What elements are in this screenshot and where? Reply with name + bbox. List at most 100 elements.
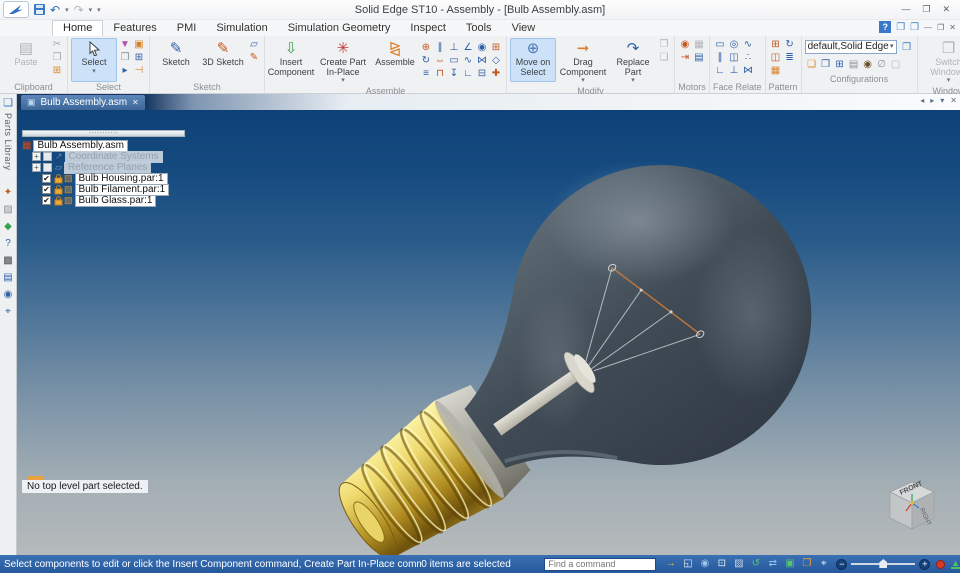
rotation-motor-icon[interactable]: ◉ — [678, 38, 692, 51]
doc-restore-button[interactable]: ❐ — [937, 23, 944, 32]
zoom-slider[interactable] — [851, 559, 916, 568]
rigid-set-icon[interactable]: ✚ — [489, 67, 503, 80]
parallel-face-icon[interactable]: ∥ — [713, 51, 727, 64]
save-config-icon[interactable]: ❏ — [805, 58, 819, 71]
copy-config-icon[interactable]: ▤ — [847, 58, 861, 71]
find-command-input[interactable] — [544, 557, 657, 571]
redo-button[interactable]: ↷ — [74, 4, 84, 16]
planar-icon[interactable]: ▭ — [447, 54, 461, 67]
application-button[interactable] — [3, 1, 29, 18]
zoom-area-icon[interactable]: ◱ — [681, 558, 694, 570]
view-orientation-cube[interactable]: FRONT RIGHT — [880, 475, 944, 539]
window-tile-icon[interactable]: ❐ — [910, 22, 919, 33]
tree-row-bulb-glass[interactable]: ✔ ▧ Bulb Glass.par:1 — [22, 194, 194, 207]
undo-button[interactable]: ↶ — [50, 4, 60, 16]
tab-simulation-geometry[interactable]: Simulation Geometry — [278, 21, 401, 36]
coplanar-face-icon[interactable]: ◫ — [727, 51, 741, 64]
document-tab[interactable]: ▣ Bulb Assembly.asm ✕ — [21, 95, 145, 110]
pathfinder-root-row[interactable]: ▦ Bulb Assembly.asm — [22, 139, 194, 152]
doc-close-button[interactable]: ✕ — [949, 23, 956, 32]
command-return-icon[interactable]: → — [664, 558, 677, 570]
disperse-icon[interactable]: ❏ — [657, 51, 671, 64]
parallel-icon[interactable]: ≡ — [419, 67, 433, 80]
apply-config-icon[interactable]: ⊞ — [833, 58, 847, 71]
tab-scroll-left-icon[interactable]: ◂ — [920, 96, 924, 105]
tree-row-coordinate-systems[interactable]: + ↗ Coordinate Systems — [22, 150, 194, 163]
undo-dropdown[interactable]: ▾ — [65, 6, 69, 14]
create-part-in-place-button[interactable]: ✳ Create Part In-Place ▾ — [315, 38, 371, 86]
select-button[interactable]: Select ▾ — [71, 38, 117, 82]
new-window-config-icon[interactable]: ❐ — [819, 58, 833, 71]
zones-icon[interactable]: ∅ — [875, 58, 889, 71]
select-tool-icon[interactable]: ⌖ — [817, 558, 830, 570]
move-on-select-button[interactable]: ⊕ Move on Select — [510, 38, 556, 82]
insert-relation-icon[interactable]: ⊞ — [489, 41, 503, 54]
flash-fit-icon[interactable]: ⊕ — [419, 41, 433, 54]
tab-scroll-right-icon[interactable]: ▸ — [930, 96, 934, 105]
3d-sketch-button[interactable]: ✎ 3D Sketch — [200, 38, 246, 82]
close-button[interactable]: ✕ — [942, 4, 950, 15]
tab-home[interactable]: Home — [52, 20, 104, 36]
zoom-out-icon[interactable]: − — [836, 558, 848, 570]
match-coordinates-icon[interactable]: ⇔ — [433, 54, 447, 67]
duplicate-icon[interactable]: ≣ — [783, 51, 797, 64]
tab-tools[interactable]: Tools — [456, 21, 502, 36]
help-panel-icon[interactable]: ? — [2, 238, 15, 250]
bulb-filament-checkbox[interactable]: ✔ — [42, 185, 51, 194]
pan-icon[interactable]: ▨ — [732, 558, 745, 570]
pattern-icon[interactable]: ⊞ — [769, 38, 783, 51]
select-filter-icon[interactable]: ▼ — [118, 38, 132, 51]
rotate-relation-icon[interactable]: ↻ — [419, 54, 433, 67]
restore-button[interactable]: ❐ — [922, 4, 930, 15]
paste-button[interactable]: ▤ Paste — [3, 38, 49, 82]
tab-list-icon[interactable]: ▾ — [940, 96, 944, 105]
offset-face-icon[interactable]: ∴ — [741, 51, 755, 64]
mirror-icon[interactable]: ◫ — [769, 51, 783, 64]
copy-icon[interactable]: ❐ — [50, 51, 64, 64]
circular-pattern-icon[interactable]: ↻ — [783, 38, 797, 51]
save-button[interactable] — [34, 4, 45, 15]
select-dropdown[interactable]: ▾ — [92, 68, 96, 76]
family-of-parts-icon[interactable]: ▨ — [2, 204, 15, 216]
configuration-combobox[interactable]: default,Solid Edge ▾ — [804, 40, 897, 54]
angle-face-icon[interactable]: ⊥ — [727, 64, 741, 77]
help-icon[interactable]: ? — [879, 21, 892, 33]
motor-group-icon[interactable]: ▤ — [692, 51, 706, 64]
cam-icon[interactable]: ⊓ — [433, 67, 447, 80]
tangent-face-icon[interactable]: ∿ — [741, 38, 755, 51]
3d-viewport[interactable]: ··········· ▦ Bulb Assembly.asm + ↗ Coor… — [17, 110, 960, 555]
path-icon[interactable]: ∿ — [461, 54, 475, 67]
qat-customize-dropdown[interactable]: ▾ — [97, 6, 101, 14]
planar-face-icon[interactable]: ▭ — [713, 38, 727, 51]
tab-pmi[interactable]: PMI — [167, 21, 207, 36]
mate-icon[interactable]: ∥ — [433, 41, 447, 54]
tab-simulation[interactable]: Simulation — [206, 21, 277, 36]
assemble-button[interactable]: ⧎ Assemble — [372, 38, 418, 82]
goal-seek-icon[interactable]: ⌖ — [2, 306, 15, 318]
linear-motor-icon[interactable]: ⇥ — [678, 51, 692, 64]
sketch-tools-icon[interactable]: ✎ — [247, 51, 261, 64]
expand-icon[interactable]: + — [32, 152, 41, 161]
switch-windows-button[interactable]: ❐ Switch Windows ▾ — [921, 38, 960, 86]
concentric-face-icon[interactable]: ◎ — [727, 38, 741, 51]
rendering-icon[interactable]: ▩ — [2, 255, 15, 267]
inactivate-part-icon[interactable]: ⊣ — [132, 64, 146, 77]
fit-icon[interactable]: ⊡ — [715, 558, 728, 570]
tangent-icon[interactable]: ◇ — [489, 54, 503, 67]
paste-component-icon[interactable]: ⊞ — [50, 64, 64, 77]
select-grid-icon[interactable]: ⊞ — [132, 51, 146, 64]
connect-icon[interactable]: ∟ — [461, 67, 475, 80]
minimize-button[interactable]: — — [901, 4, 910, 15]
tab-bar-close-icon[interactable]: ✕ — [950, 96, 957, 105]
document-tab-close-icon[interactable]: ✕ — [132, 98, 139, 107]
insert-component-button[interactable]: ⇩ Insert Component — [268, 38, 315, 82]
view-orientation-icon[interactable]: ⇄ — [766, 558, 779, 570]
restore-view-icon[interactable]: ▲ — [951, 559, 960, 569]
activate-part-icon[interactable]: ▸ — [118, 64, 132, 77]
gear-relation-icon[interactable]: ⋈ — [475, 54, 489, 67]
pattern-table-icon[interactable]: ▦ — [769, 64, 783, 77]
bulb-glass-checkbox[interactable]: ✔ — [42, 196, 51, 205]
bulb-housing-checkbox[interactable]: ✔ — [42, 174, 51, 183]
sketch-plane-icon[interactable]: ▱ — [247, 38, 261, 51]
expand-icon[interactable]: + — [32, 163, 41, 172]
